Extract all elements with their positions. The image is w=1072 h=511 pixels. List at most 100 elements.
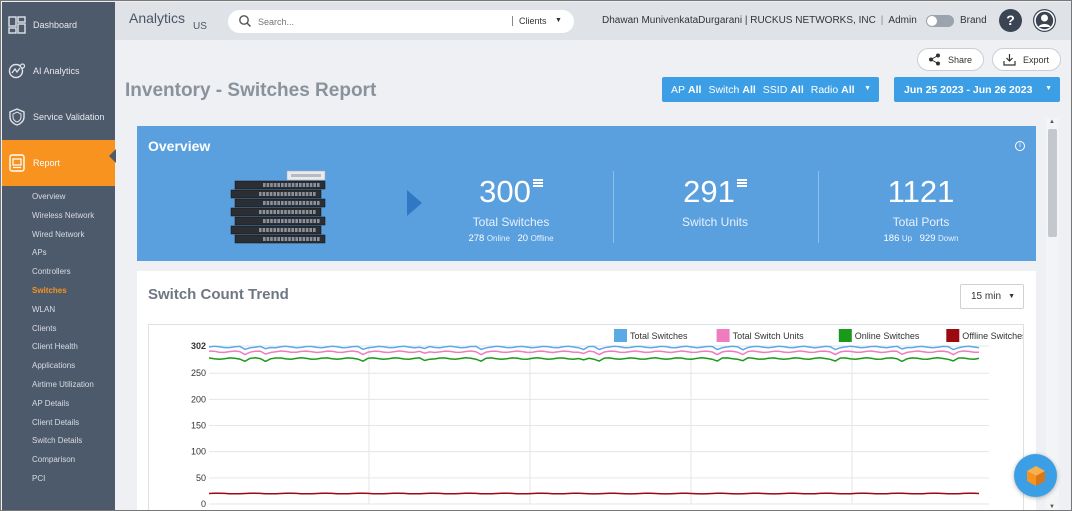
nav-service-validation[interactable]: Service Validation xyxy=(2,94,115,140)
nav-dashboard-label: Dashboard xyxy=(33,20,78,30)
download-icon xyxy=(1003,54,1016,66)
list-icon[interactable] xyxy=(532,179,543,187)
report-submenu-item[interactable]: WLAN xyxy=(2,301,115,320)
app-frame: Dashboard AI Analytics Service Validatio… xyxy=(0,0,1072,511)
separator: | xyxy=(880,15,884,26)
dashboard-icon xyxy=(8,16,26,34)
y-tick-label: 0 xyxy=(201,499,206,509)
export-label: Export xyxy=(1023,54,1050,65)
assistant-button[interactable] xyxy=(1014,454,1057,497)
filter-switch-name: Switch xyxy=(708,83,740,96)
trend-title: Switch Count Trend xyxy=(148,286,289,303)
switch-stack-image xyxy=(230,170,326,244)
overview-card: Overview i 300 Total Switches 278 Online… xyxy=(137,126,1036,261)
nav-ai-analytics[interactable]: AI Analytics xyxy=(2,48,115,94)
scrollbar[interactable]: ▲ ▼ xyxy=(1046,118,1059,510)
total-switches-value: 300 xyxy=(479,174,531,209)
report-submenu-item[interactable]: Wireless Network xyxy=(2,207,115,226)
overview-title: Overview xyxy=(148,138,211,154)
search-scope-select[interactable]: Clients xyxy=(512,16,547,26)
chevron-down-icon: ▼ xyxy=(864,85,871,92)
share-button[interactable]: Share xyxy=(917,48,984,71)
interval-value: 15 min xyxy=(971,291,1002,302)
filter-ssid-value: All xyxy=(790,83,804,96)
filter-ssid-name: SSID xyxy=(762,83,788,96)
ports-down-count: 929 xyxy=(919,233,936,244)
total-switches-label: Total Switches xyxy=(472,215,550,229)
report-submenu-item[interactable]: AP Details xyxy=(2,395,115,414)
y-tick-label: 302 xyxy=(191,341,206,351)
role-label: Admin xyxy=(888,15,917,26)
search-input[interactable] xyxy=(258,13,498,30)
user-account-label: Dhawan MunivenkataDurgarani | RUCKUS NET… xyxy=(602,15,876,26)
report-submenu-item[interactable]: Switch Details xyxy=(2,432,115,451)
cube-icon xyxy=(1026,465,1045,486)
total-ports-label: Total Ports xyxy=(892,215,950,229)
report-submenu-item[interactable]: Overview xyxy=(2,188,115,207)
legend-label: Offline Switches xyxy=(962,331,1023,341)
search-icon xyxy=(239,15,252,28)
scroll-down-icon[interactable]: ▼ xyxy=(1049,504,1055,510)
report-submenu-item[interactable]: Clients xyxy=(2,320,115,339)
offline-label: Offline xyxy=(530,234,554,243)
report-submenu-item[interactable]: APs xyxy=(2,244,115,263)
ports-up-count: 186 xyxy=(883,233,900,244)
switch-units-label: Switch Units xyxy=(681,215,749,229)
report-submenu-item[interactable]: Controllers xyxy=(2,263,115,282)
scroll-up-icon[interactable]: ▲ xyxy=(1049,119,1055,125)
top-bar: Analytics US Clients ▼ Dhawan Munivenkat… xyxy=(115,2,1071,40)
nav-ai-analytics-label: AI Analytics xyxy=(33,66,80,76)
report-submenu-item[interactable]: Wired Network xyxy=(2,226,115,245)
stat-total-switches[interactable]: 300 Total Switches 278 Online 20 Offline xyxy=(411,174,611,244)
chevron-down-icon: ▼ xyxy=(1008,293,1015,300)
date-range-label: Jun 25 2023 - Jun 26 2023 xyxy=(904,83,1033,96)
legend-swatch xyxy=(614,329,627,342)
share-label: Share xyxy=(948,54,973,65)
divider xyxy=(613,171,614,243)
filter-radio-value: All xyxy=(841,83,855,96)
info-icon[interactable]: i xyxy=(1015,141,1025,151)
interval-select[interactable]: 15 min ▼ xyxy=(960,284,1024,309)
series-line xyxy=(208,357,980,363)
nav-report[interactable]: Report xyxy=(2,140,116,186)
report-submenu-item[interactable]: PCI xyxy=(2,470,115,489)
switch-count-trend-card: Switch Count Trend 15 min ▼ 0 50 100 150 200… xyxy=(137,271,1036,510)
switch-units-value: 291 xyxy=(683,174,735,209)
report-submenu-item[interactable]: Client Details xyxy=(2,414,115,433)
series-line xyxy=(208,492,980,495)
network-filter-dropdown[interactable]: AP All Switch All SSID All Radio All ▼ xyxy=(662,77,879,102)
legend-swatch xyxy=(946,329,960,342)
search-scope-caret-icon[interactable]: ▼ xyxy=(555,17,562,24)
report-submenu-item[interactable]: Client Health xyxy=(2,338,115,357)
switch-count-chart: 0 50 100 150 200 250 302 Total Switches Total Sw… xyxy=(191,329,1027,509)
ports-down-label: Down xyxy=(938,234,959,243)
report-submenu-item[interactable]: Switches xyxy=(2,282,115,301)
report-submenu-item[interactable]: Airtime Utilization xyxy=(2,376,115,395)
user-account-menu[interactable]: Dhawan MunivenkataDurgarani | RUCKUS NET… xyxy=(602,15,917,26)
filter-ap-value: All xyxy=(688,83,702,96)
stat-switch-units[interactable]: 291 Switch Units xyxy=(615,174,815,229)
list-icon[interactable] xyxy=(736,179,747,187)
online-count: 278 xyxy=(468,233,485,244)
nav-service-validation-label: Service Validation xyxy=(33,112,105,122)
date-range-dropdown[interactable]: Jun 25 2023 - Jun 26 2023 ▼ xyxy=(894,77,1060,102)
series-line xyxy=(208,350,979,356)
report-submenu-item[interactable]: Applications xyxy=(2,357,115,376)
legend-label: Online Switches xyxy=(855,331,920,341)
app-title: Analytics xyxy=(129,10,186,26)
brand-toggle[interactable] xyxy=(926,15,954,27)
nav-dashboard[interactable]: Dashboard xyxy=(2,2,115,48)
region-label: US xyxy=(193,21,207,32)
page-title: Inventory - Switches Report xyxy=(125,80,377,101)
user-avatar-button[interactable] xyxy=(1033,9,1056,32)
offline-count: 20 xyxy=(517,233,529,244)
scroll-thumb[interactable] xyxy=(1048,129,1057,237)
legend-label: Total Switches xyxy=(630,331,688,341)
report-submenu: Overview Wireless Network Wired Network APs… xyxy=(2,186,115,489)
stat-total-ports: 1121 Total Ports 186 Up 929 Down xyxy=(821,174,1021,244)
ai-analytics-icon xyxy=(8,62,26,80)
report-submenu-item[interactable]: Comparison xyxy=(2,451,115,470)
export-button[interactable]: Export xyxy=(992,48,1061,71)
y-tick-label: 250 xyxy=(191,368,206,378)
help-button[interactable]: ? xyxy=(999,9,1022,32)
